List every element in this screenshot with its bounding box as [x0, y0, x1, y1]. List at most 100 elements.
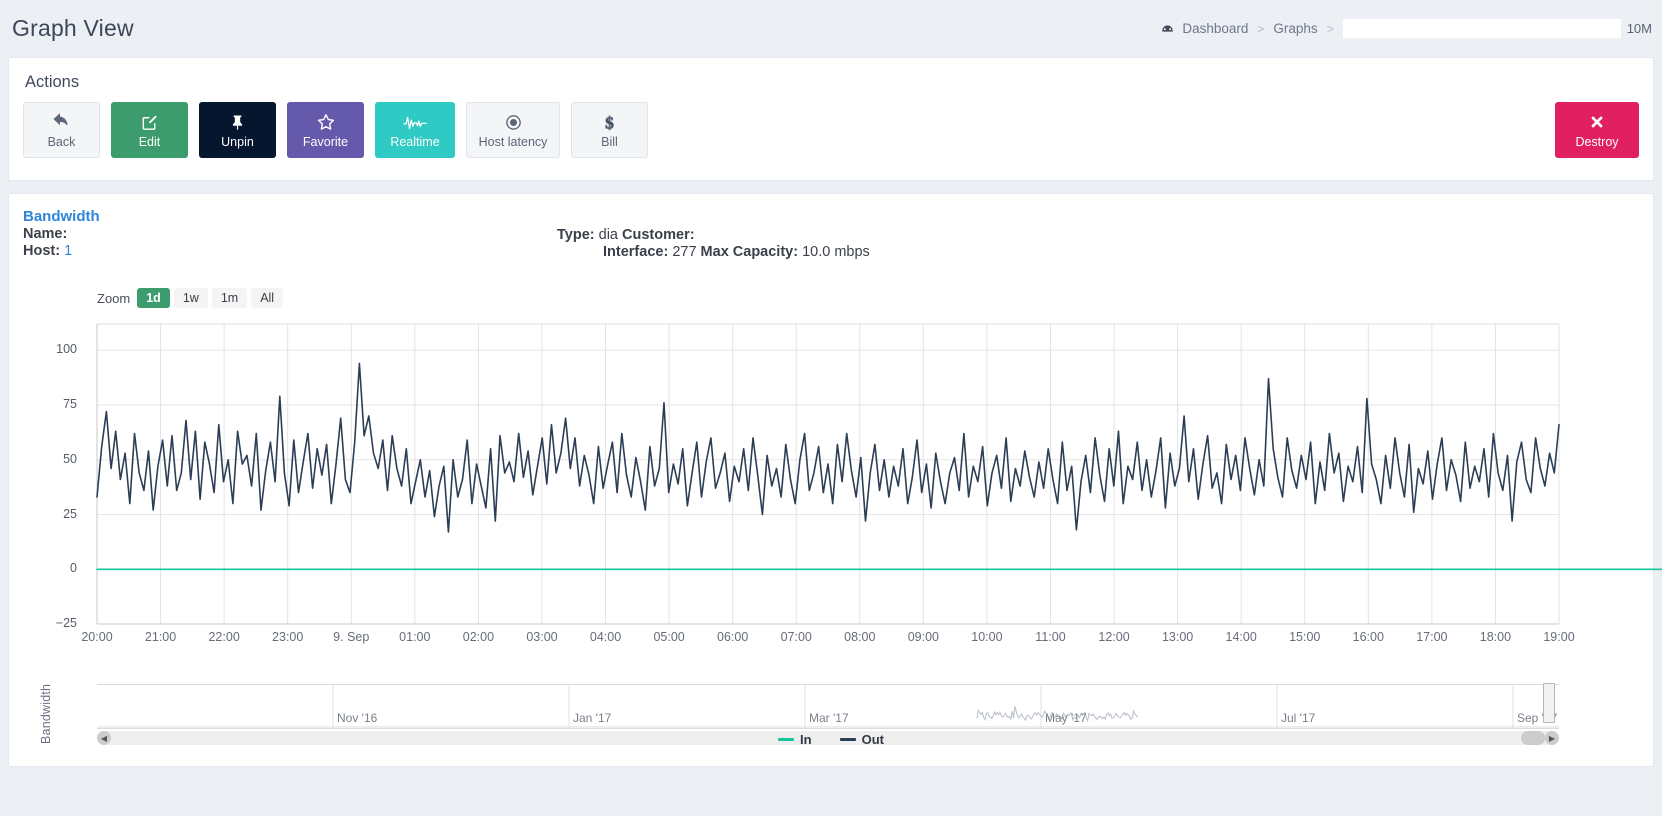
graph-host-value[interactable]: 1 — [64, 243, 72, 259]
pushpin-icon — [228, 111, 247, 133]
graph-capacity-value: 10.0 mbps — [802, 244, 870, 260]
navigator-tick-label: Jan '17 — [573, 711, 612, 725]
zoom-button-1w[interactable]: 1w — [173, 288, 208, 308]
graph-interface-row: Interface: 277 Max Capacity: 10.0 mbps — [603, 244, 870, 260]
x-axis-tick-label: 23:00 — [272, 630, 304, 644]
pencil-square-icon — [140, 111, 159, 133]
bandwidth-chart[interactable] — [9, 314, 1662, 654]
x-axis-tick-label: 20:00 — [81, 630, 113, 644]
breadcrumb-separator: > — [1326, 21, 1334, 36]
graph-title-link[interactable]: Bandwidth — [23, 208, 529, 225]
edit-button[interactable]: Edit — [111, 102, 188, 158]
legend-item-out[interactable]: Out — [839, 732, 884, 747]
x-axis-tick-label: 19:00 — [1543, 630, 1575, 644]
favorite-button[interactable]: Favorite — [287, 102, 364, 158]
x-axis-tick-label: 03:00 — [526, 630, 558, 644]
breadcrumb-search-input[interactable] — [1342, 19, 1621, 38]
x-axis-tick-label: 16:00 — [1352, 630, 1384, 644]
graph-type-label: Type: — [557, 227, 595, 243]
navigator-tick-label: Mar '17 — [809, 711, 849, 725]
zoom-button-1m[interactable]: 1m — [211, 288, 248, 308]
x-axis-tick-label: 06:00 — [717, 630, 749, 644]
actions-card: Actions Back Edit Unpin Favorite Realtim… — [8, 57, 1654, 181]
navigator-handle-right[interactable] — [1543, 683, 1555, 723]
bill-button[interactable]: $ Bill — [571, 102, 648, 158]
x-axis-tick-label: 10:00 — [971, 630, 1003, 644]
navigator-tick-label: Nov '16 — [337, 711, 378, 725]
x-axis-tick-label: 01:00 — [399, 630, 431, 644]
host-latency-button-label: Host latency — [478, 135, 548, 149]
host-latency-button[interactable]: Host latency — [466, 102, 560, 158]
back-button[interactable]: Back — [23, 102, 100, 158]
pulse-icon — [403, 111, 427, 133]
breadcrumb-separator: > — [1257, 21, 1265, 36]
navigator-tick-label: May '17 — [1045, 711, 1087, 725]
realtime-button-label: Realtime — [390, 135, 440, 149]
chart-navigator[interactable]: Nov '16 Jan '17 Mar '17 May '17 Jul '17 Sep '… — [97, 683, 1559, 729]
zoom-label: Zoom — [97, 290, 131, 306]
x-cross-icon — [1588, 111, 1606, 133]
x-axis-tick-label: 15:00 — [1289, 630, 1321, 644]
legend-label-in: In — [800, 732, 812, 747]
x-axis-tick-label: 07:00 — [780, 630, 812, 644]
realtime-button[interactable]: Realtime — [375, 102, 455, 158]
dashboard-icon — [1160, 23, 1175, 38]
navigator-tick-label: Jul '17 — [1281, 711, 1316, 725]
graph-name-row: Name: — [23, 226, 529, 242]
x-axis-tick-label: 21:00 — [144, 630, 177, 644]
target-dot-icon — [504, 111, 523, 133]
x-axis-tick-label: 04:00 — [589, 630, 622, 644]
chart-plot-area: Bandwidth 100 75 50 25 0 −25 20:00 21:00 22:00 2… — [9, 314, 1662, 745]
page-header: Graph View Dashboard > Graphs > 10M — [0, 0, 1662, 57]
edit-button-label: Edit — [138, 135, 161, 149]
destroy-button[interactable]: Destroy — [1555, 102, 1639, 158]
x-axis-tick-label: 08:00 — [844, 630, 876, 644]
star-icon — [316, 111, 336, 133]
graph-customer-label: Customer: — [622, 227, 695, 243]
x-axis-tick-label: 17:00 — [1416, 630, 1448, 644]
graph-type-row: Type: dia Customer: — [557, 227, 870, 243]
x-axis-tick-label: 18:00 — [1479, 630, 1512, 644]
graph-info-left: Bandwidth Name: Host: 1 — [9, 208, 529, 260]
back-button-label: Back — [47, 135, 76, 149]
breadcrumb-graphs[interactable]: Graphs — [1273, 21, 1317, 36]
graph-host-label: Host: — [23, 243, 61, 259]
legend-label-out: Out — [861, 732, 884, 747]
legend-swatch-in — [778, 738, 795, 741]
actions-title: Actions — [25, 73, 80, 91]
undo-arrow-icon — [52, 111, 72, 133]
page-title: Graph View — [12, 15, 134, 41]
chart-legend: In Out — [9, 732, 1653, 747]
graph-host-row: Host: 1 — [23, 243, 529, 259]
zoom-button-all[interactable]: All — [251, 288, 284, 308]
x-axis-tick-label: 13:00 — [1161, 630, 1194, 644]
breadcrumb-dashboard[interactable]: Dashboard — [1182, 21, 1248, 36]
x-axis-tick-label: 12:00 — [1098, 630, 1130, 644]
zoom-button-1d[interactable]: 1d — [137, 288, 170, 308]
dollar-icon: $ — [600, 111, 619, 133]
x-axis-tick-label: 09:00 — [907, 630, 939, 644]
unpin-button-label: Unpin — [221, 135, 254, 149]
svg-text:$: $ — [605, 113, 614, 131]
graph-info: Bandwidth Name: Host: 1 Type: dia Custom… — [9, 194, 1653, 260]
x-axis-tick-label: 11:00 — [1035, 630, 1066, 644]
graph-interface-value: 277 — [672, 244, 697, 260]
bill-button-label: Bill — [601, 135, 618, 149]
x-axis-tick-label: 22:00 — [208, 630, 240, 644]
graph-card: Bandwidth Name: Host: 1 Type: dia Custom… — [8, 193, 1662, 767]
destroy-button-label: Destroy — [1575, 135, 1619, 149]
actions-row: Back Edit Unpin Favorite Realtime Host l… — [9, 102, 1653, 180]
graph-type-value: dia — [598, 227, 618, 243]
x-axis-tick-label: 05:00 — [653, 630, 685, 644]
graph-info-right: Type: dia Customer: Interface: 277 Max C… — [529, 208, 870, 260]
favorite-button-label: Favorite — [302, 135, 349, 149]
x-axis-tick-label: 02:00 — [462, 630, 495, 644]
graph-name-label: Name: — [23, 226, 68, 242]
x-axis-tick-label: 9. Sep — [333, 630, 370, 644]
breadcrumb: Dashboard > Graphs > 10M — [1160, 0, 1662, 57]
x-axis-tick-label: 14:00 — [1225, 630, 1257, 644]
legend-item-in[interactable]: In — [778, 732, 812, 747]
legend-swatch-out — [839, 738, 856, 741]
unpin-button[interactable]: Unpin — [199, 102, 276, 158]
graph-interface-label: Interface: — [603, 244, 669, 260]
